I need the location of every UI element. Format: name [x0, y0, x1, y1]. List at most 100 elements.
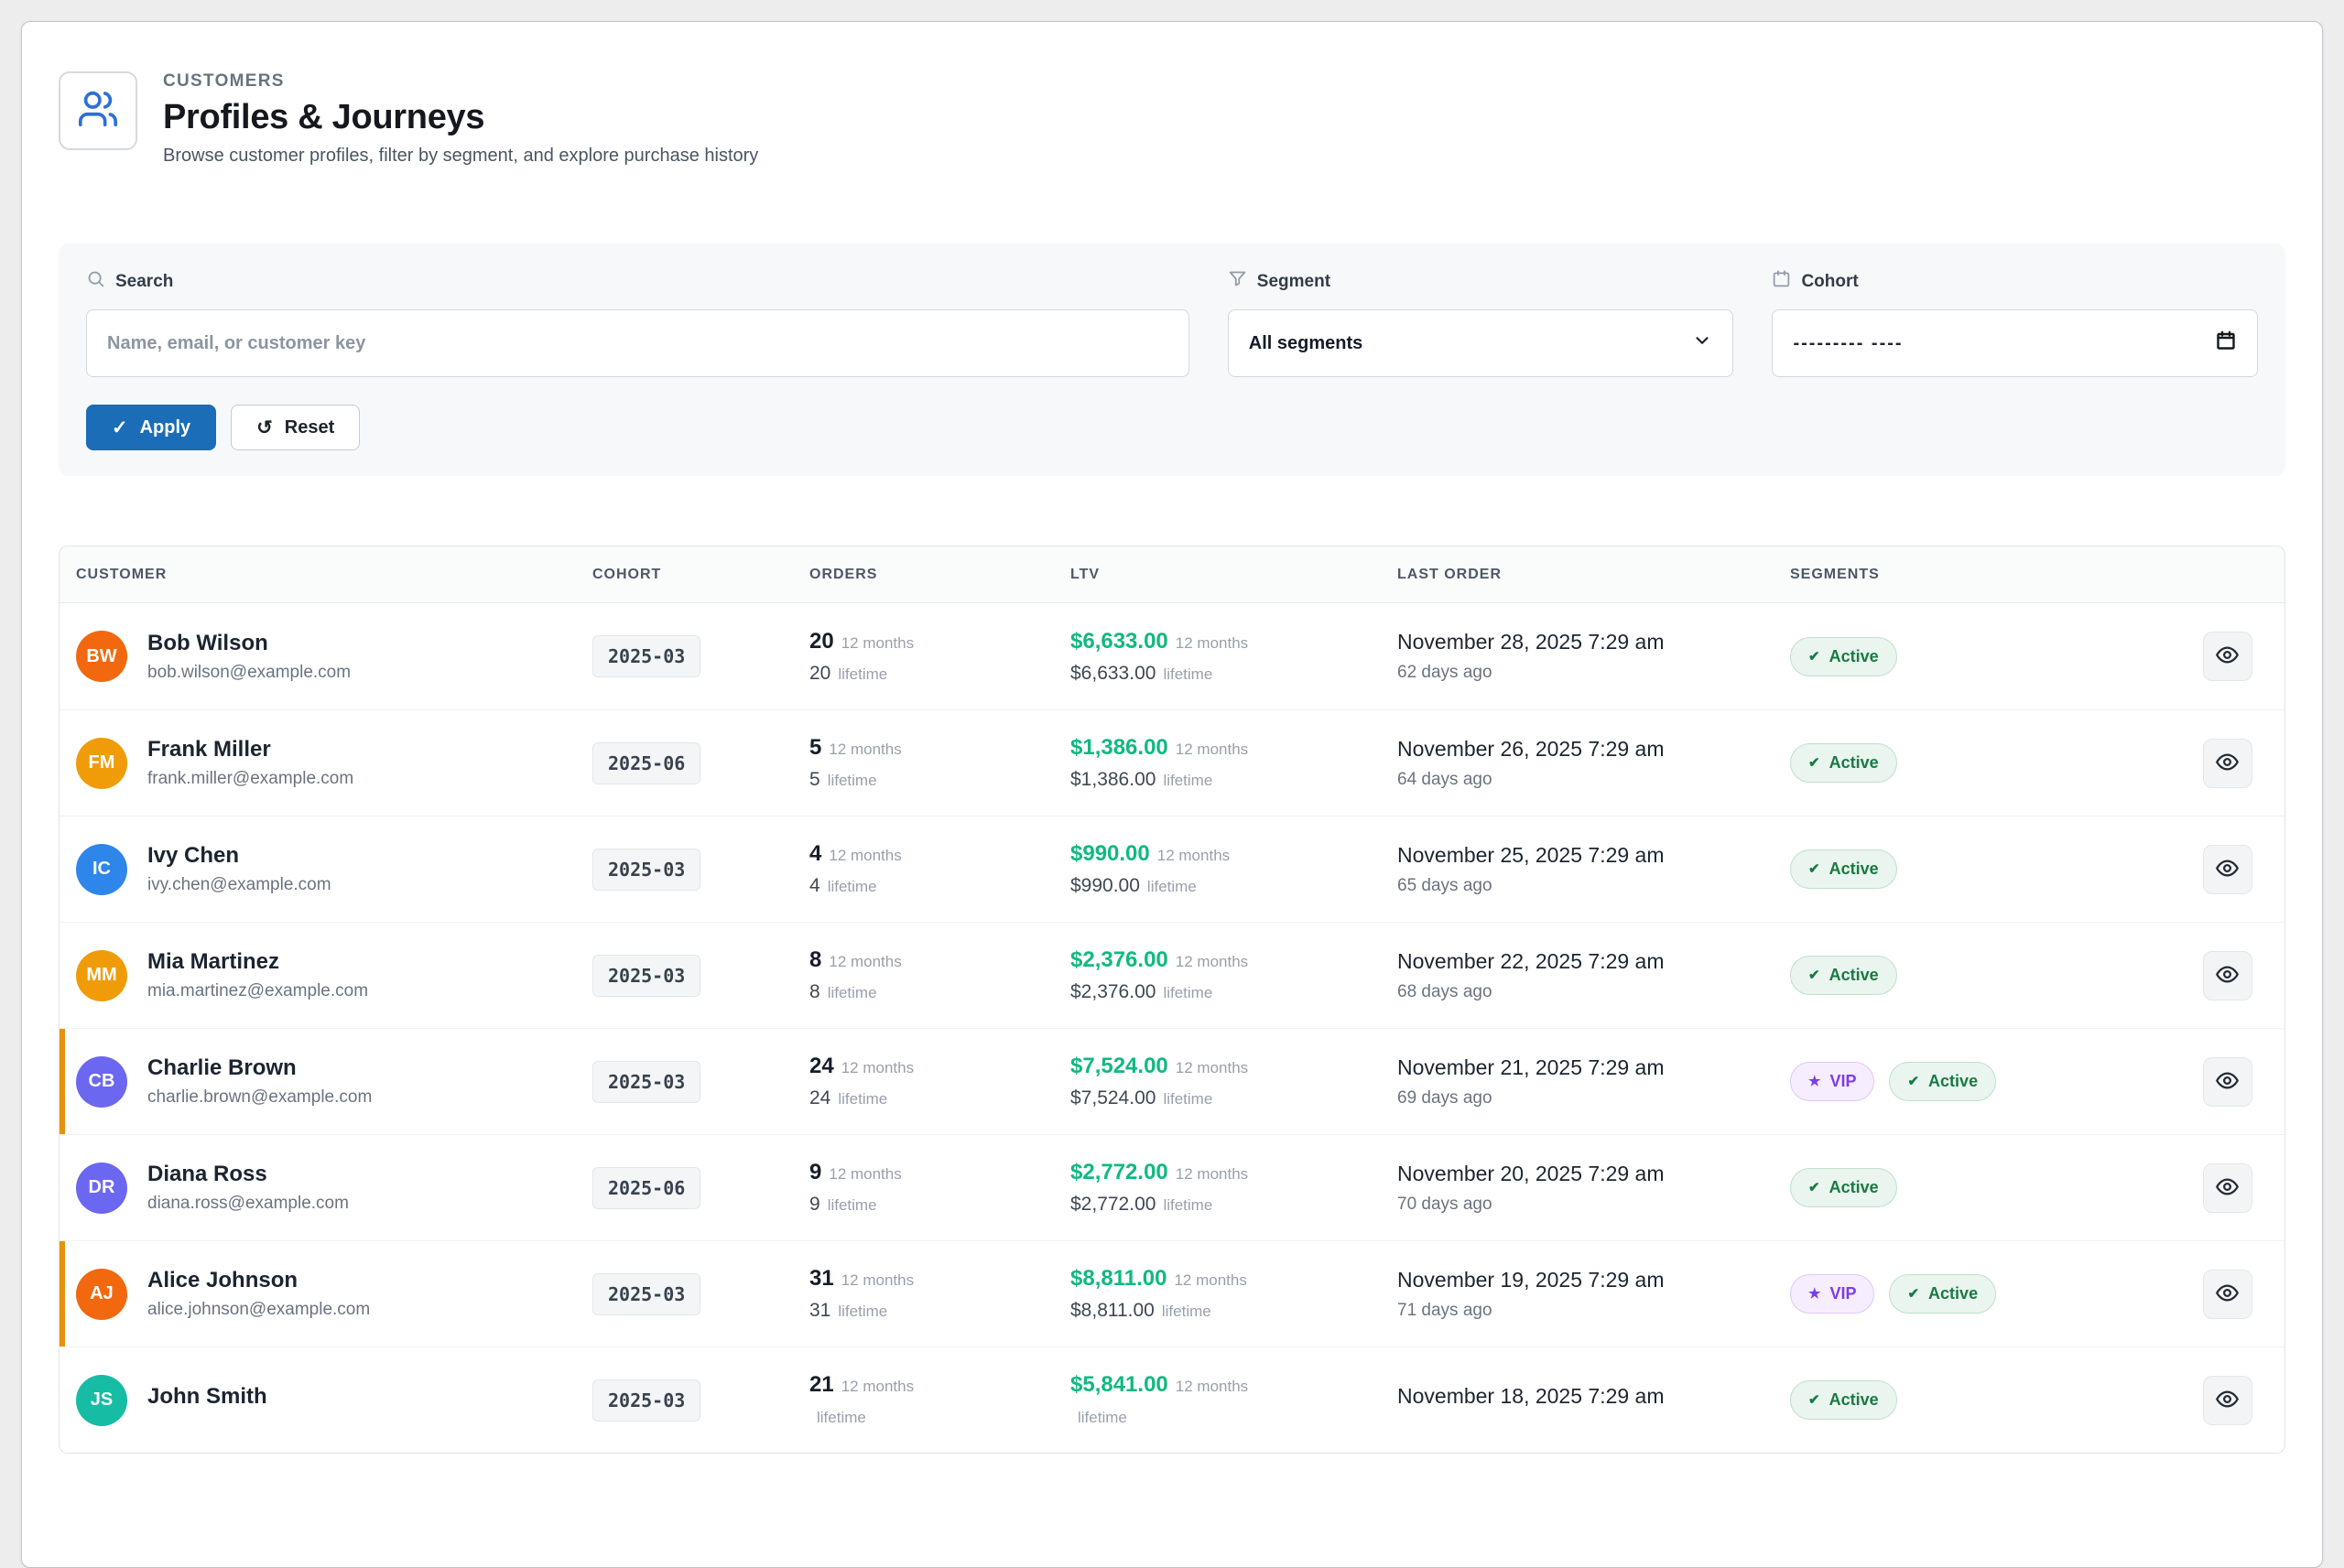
- last-order-cell: November 18, 2025 7:29 am: [1397, 1384, 1790, 1417]
- cohort-badge: 2025-03: [592, 1379, 700, 1422]
- orders-lifetime-unit: lifetime: [828, 1196, 877, 1214]
- orders-recent: 4: [809, 841, 821, 866]
- ltv-lifetime-unit: lifetime: [1147, 878, 1197, 895]
- table-body: BW Bob Wilson bob.wilson@example.com 202…: [60, 603, 2284, 1453]
- orders-cell: 2412 months 24lifetime: [809, 1054, 1070, 1109]
- ltv-cell: $2,376.0012 months $2,376.00lifetime: [1070, 947, 1397, 1003]
- active-badge: ✔ Active: [1889, 1274, 1996, 1314]
- actions-cell: [2170, 1270, 2284, 1319]
- ltv-recent-unit: 12 months: [1176, 741, 1248, 758]
- orders-recent-unit: 12 months: [841, 1271, 914, 1289]
- ltv-lifetime-unit: lifetime: [1163, 772, 1212, 789]
- view-customer-button[interactable]: [2203, 1057, 2252, 1107]
- customer-email: charlie.brown@example.com: [147, 1087, 372, 1108]
- customer-name: Frank Miller: [147, 737, 353, 762]
- table-row: JS John Smith 2025-03 2112 months lifeti…: [60, 1346, 2284, 1453]
- last-order-date: November 19, 2025 7:29 am: [1397, 1268, 1790, 1292]
- segments-cell: ✔ Active: [1790, 1168, 2170, 1207]
- ltv-recent: $2,772.00: [1070, 1160, 1168, 1184]
- eye-icon: [2215, 962, 2240, 989]
- avatar: CB: [76, 1056, 127, 1108]
- actions-cell: [2170, 1057, 2284, 1107]
- check-icon: ✔: [1808, 650, 1820, 664]
- ltv-lifetime: $6,633.00: [1070, 663, 1156, 684]
- view-customer-button[interactable]: [2203, 739, 2252, 788]
- customer-email: alice.johnson@example.com: [147, 1300, 370, 1320]
- orders-lifetime-unit: lifetime: [838, 1303, 887, 1320]
- reset-button[interactable]: ↺ Reset: [231, 405, 360, 450]
- orders-recent-unit: 12 months: [841, 1378, 914, 1395]
- check-icon: ✔: [1808, 1181, 1820, 1195]
- orders-cell: 3112 months 31lifetime: [809, 1266, 1070, 1322]
- col-orders: ORDERS: [809, 567, 1070, 583]
- orders-recent-unit: 12 months: [841, 634, 914, 652]
- last-order-ago: 64 days ago: [1397, 770, 1790, 790]
- cohort-badge: 2025-03: [592, 635, 700, 677]
- table-header: CUSTOMER COHORT ORDERS LTV LAST ORDER SE…: [60, 546, 2284, 603]
- customer-name: Diana Ross: [147, 1162, 349, 1187]
- segments-cell: ✔ Active: [1790, 956, 2170, 995]
- ltv-lifetime-unit: lifetime: [1078, 1409, 1127, 1426]
- last-order-ago: 70 days ago: [1397, 1195, 1790, 1215]
- view-customer-button[interactable]: [2203, 1270, 2252, 1319]
- orders-lifetime-unit: lifetime: [838, 665, 887, 683]
- customer-email: frank.miller@example.com: [147, 769, 353, 789]
- view-customer-button[interactable]: [2203, 845, 2252, 894]
- ltv-cell: $7,524.0012 months $7,524.00lifetime: [1070, 1054, 1397, 1109]
- active-badge: ✔ Active: [1790, 637, 1897, 676]
- cohort-cell: 2025-06: [592, 742, 809, 784]
- customer-email: mia.martinez@example.com: [147, 981, 368, 1001]
- customer-cell: AJ Alice Johnson alice.johnson@example.c…: [60, 1268, 592, 1320]
- actions-cell: [2170, 951, 2284, 1000]
- last-order-date: November 25, 2025 7:29 am: [1397, 843, 1790, 868]
- cohort-cell: 2025-03: [592, 955, 809, 997]
- orders-recent-unit: 12 months: [841, 1059, 914, 1076]
- users-icon: [77, 88, 119, 135]
- orders-cell: 512 months 5lifetime: [809, 735, 1070, 791]
- cohort-month-input[interactable]: --------- ----: [1772, 309, 2258, 377]
- ltv-recent-unit: 12 months: [1176, 1378, 1248, 1395]
- ltv-recent-unit: 12 months: [1176, 634, 1248, 652]
- customer-name: Charlie Brown: [147, 1055, 372, 1081]
- ltv-recent: $1,386.00: [1070, 735, 1168, 760]
- customer-name: John Smith: [147, 1384, 267, 1410]
- calendar-icon: [1772, 269, 1791, 294]
- ltv-recent-unit: 12 months: [1176, 1059, 1248, 1076]
- view-customer-button[interactable]: [2203, 1376, 2252, 1425]
- orders-recent: 20: [809, 629, 834, 654]
- customer-cell: JS John Smith: [60, 1375, 592, 1426]
- cohort-filter: Cohort --------- ----: [1772, 269, 2258, 377]
- view-customer-button[interactable]: [2203, 632, 2252, 681]
- active-badge: ✔ Active: [1790, 956, 1897, 995]
- date-picker-icon[interactable]: [2215, 330, 2237, 357]
- orders-recent-unit: 12 months: [829, 741, 901, 758]
- last-order-cell: November 21, 2025 7:29 am 69 days ago: [1397, 1055, 1790, 1108]
- cohort-label: Cohort: [1772, 269, 2258, 294]
- search-label: Search: [86, 269, 1189, 294]
- check-icon: ✓: [112, 418, 128, 438]
- cohort-badge: 2025-03: [592, 955, 700, 997]
- ltv-lifetime: $2,376.00: [1070, 981, 1156, 1002]
- table-row: DR Diana Ross diana.ross@example.com 202…: [60, 1134, 2284, 1240]
- orders-lifetime-unit: lifetime: [828, 772, 877, 789]
- last-order-cell: November 19, 2025 7:29 am 71 days ago: [1397, 1268, 1790, 1321]
- search-icon: [86, 269, 105, 294]
- ltv-recent: $8,811.00: [1070, 1266, 1167, 1291]
- apply-button[interactable]: ✓ Apply: [86, 405, 216, 450]
- table-row: AJ Alice Johnson alice.johnson@example.c…: [60, 1240, 2284, 1346]
- last-order-date: November 22, 2025 7:29 am: [1397, 949, 1790, 974]
- last-order-date: November 21, 2025 7:29 am: [1397, 1055, 1790, 1080]
- last-order-cell: November 25, 2025 7:29 am 65 days ago: [1397, 843, 1790, 896]
- orders-lifetime-unit: lifetime: [817, 1409, 866, 1426]
- customers-icon-box: [59, 71, 137, 150]
- last-order-date: November 20, 2025 7:29 am: [1397, 1162, 1790, 1186]
- search-input[interactable]: [86, 309, 1189, 377]
- segment-select[interactable]: All segments: [1228, 309, 1734, 377]
- view-customer-button[interactable]: [2203, 951, 2252, 1000]
- ltv-lifetime-unit: lifetime: [1162, 1303, 1211, 1320]
- view-customer-button[interactable]: [2203, 1163, 2252, 1213]
- segments-cell: ✔ Active: [1790, 849, 2170, 889]
- last-order-date: November 28, 2025 7:29 am: [1397, 630, 1790, 654]
- last-order-ago: 69 days ago: [1397, 1088, 1790, 1108]
- avatar: FM: [76, 738, 127, 789]
